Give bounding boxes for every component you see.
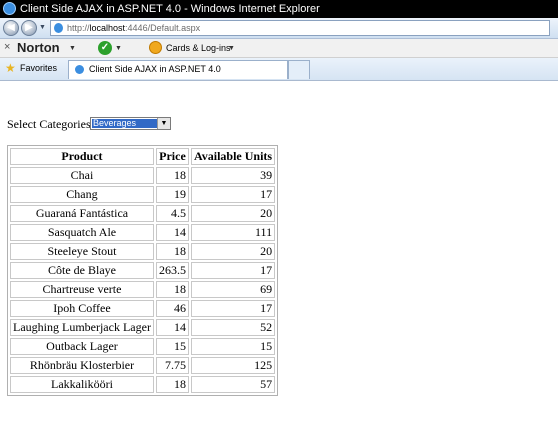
cell-product: Outback Lager — [10, 338, 154, 355]
favorites-bar: ★ Favorites Client Side AJAX in ASP.NET … — [0, 58, 558, 81]
cell-units: 69 — [190, 281, 276, 298]
title-bar: Client Side AJAX in ASP.NET 4.0 - Window… — [0, 0, 558, 18]
cell-product: Ipoh Coffee — [10, 300, 154, 317]
url-rest: :4446/Default.aspx — [125, 23, 201, 33]
column-header-price: Price — [155, 148, 189, 165]
new-tab-button[interactable] — [288, 60, 310, 79]
table-row: Sasquatch Ale 14 111 — [10, 224, 276, 241]
cell-units: 39 — [190, 167, 276, 184]
chevron-down-icon[interactable]: ▼ — [157, 118, 170, 129]
table-row: Côte de Blaye 263.5 17 — [10, 262, 276, 279]
column-header-units: Available Units — [190, 148, 276, 165]
ie-logo-icon — [3, 2, 16, 15]
browser-window: Client Side AJAX in ASP.NET 4.0 - Window… — [0, 0, 558, 435]
cell-product: Chartreuse verte — [10, 281, 154, 298]
table-row: Outback Lager 15 15 — [10, 338, 276, 355]
window-title: Client Side AJAX in ASP.NET 4.0 - Window… — [20, 3, 320, 15]
products-table: Product Price Available Units Chai 18 39 C… — [7, 145, 279, 396]
favorites-button[interactable]: Favorites — [20, 63, 57, 73]
checkmark-icon[interactable]: ✓ — [98, 41, 112, 55]
cell-units: 20 — [190, 205, 276, 222]
back-button[interactable]: ◀ — [3, 20, 19, 36]
chevron-down-icon[interactable]: ▼ — [69, 45, 76, 52]
cell-units: 17 — [190, 262, 276, 279]
table-row: Lakkalikööri 18 57 — [10, 376, 276, 393]
cell-product: Guaraná Fantástica — [10, 205, 154, 222]
cell-price: 15 — [155, 338, 189, 355]
cell-units: 20 — [190, 243, 276, 260]
padlock-icon[interactable] — [149, 41, 162, 54]
table-row: Rhönbräu Klosterbier 7.75 125 — [10, 357, 276, 374]
cell-product: Steeleye Stout — [10, 243, 154, 260]
cell-product: Rhönbräu Klosterbier — [10, 357, 154, 374]
table-row: Laughing Lumberjack Lager 14 52 — [10, 319, 276, 336]
cell-product: Lakkalikööri — [10, 376, 154, 393]
tab-label: Client Side AJAX in ASP.NET 4.0 — [89, 64, 221, 74]
cell-price: 19 — [155, 186, 189, 203]
norton-button[interactable]: Norton — [17, 39, 60, 57]
table-header-row: Product Price Available Units — [10, 148, 276, 165]
star-icon[interactable]: ★ — [5, 61, 16, 75]
chevron-down-icon[interactable]: ▼ — [115, 45, 122, 52]
category-select[interactable]: Beverages ▼ — [90, 117, 171, 130]
forward-button[interactable]: ▶ — [21, 20, 37, 36]
column-header-product: Product — [10, 148, 154, 165]
cell-price: 18 — [155, 281, 189, 298]
category-selected-value: Beverages — [92, 119, 158, 128]
url-prefix: http:// — [67, 23, 90, 33]
table-row: Ipoh Coffee 46 17 — [10, 300, 276, 317]
cell-price: 46 — [155, 300, 189, 317]
category-label: Select Categories : — [7, 117, 97, 131]
cell-units: 17 — [190, 300, 276, 317]
cell-price: 14 — [155, 319, 189, 336]
address-input[interactable]: http://localhost:4446/Default.aspx — [50, 20, 550, 36]
cell-units: 52 — [190, 319, 276, 336]
address-bar-row: ◀ ▶ ▼ http://localhost:4446/Default.aspx — [0, 18, 558, 39]
cell-units: 15 — [190, 338, 276, 355]
cell-product: Chang — [10, 186, 154, 203]
cell-units: 125 — [190, 357, 276, 374]
page-icon — [54, 23, 63, 33]
chevron-down-icon[interactable]: ▼ — [39, 24, 46, 31]
cell-price: 18 — [155, 167, 189, 184]
cell-units: 17 — [190, 186, 276, 203]
norton-toolbar: × Norton ▼ ✓ ▼ Cards & Log-ins ▼ — [0, 39, 558, 58]
cell-units: 111 — [190, 224, 276, 241]
cell-units: 57 — [190, 376, 276, 393]
page-content: Select Categories : Beverages ▼ Product … — [0, 81, 558, 435]
cards-logins-button[interactable]: Cards & Log-ins — [166, 39, 231, 57]
cell-price: 18 — [155, 243, 189, 260]
page-icon — [75, 65, 84, 74]
url-host: localhost — [89, 23, 126, 33]
cell-price: 18 — [155, 376, 189, 393]
chevron-down-icon[interactable]: ▼ — [228, 45, 235, 52]
cell-price: 263.5 — [155, 262, 189, 279]
table-row: Steeleye Stout 18 20 — [10, 243, 276, 260]
cell-product: Sasquatch Ale — [10, 224, 154, 241]
cell-price: 14 — [155, 224, 189, 241]
cell-product: Chai — [10, 167, 154, 184]
table-row: Chartreuse verte 18 69 — [10, 281, 276, 298]
cell-product: Laughing Lumberjack Lager — [10, 319, 154, 336]
close-icon[interactable]: × — [4, 41, 10, 53]
table-row: Chang 19 17 — [10, 186, 276, 203]
cell-product: Côte de Blaye — [10, 262, 154, 279]
cell-price: 4.5 — [155, 205, 189, 222]
cell-price: 7.75 — [155, 357, 189, 374]
tab-default[interactable]: Client Side AJAX in ASP.NET 4.0 — [68, 60, 288, 79]
table-row: Chai 18 39 — [10, 167, 276, 184]
url-text: http://localhost:4446/Default.aspx — [67, 21, 200, 35]
table-row: Guaraná Fantástica 4.5 20 — [10, 205, 276, 222]
